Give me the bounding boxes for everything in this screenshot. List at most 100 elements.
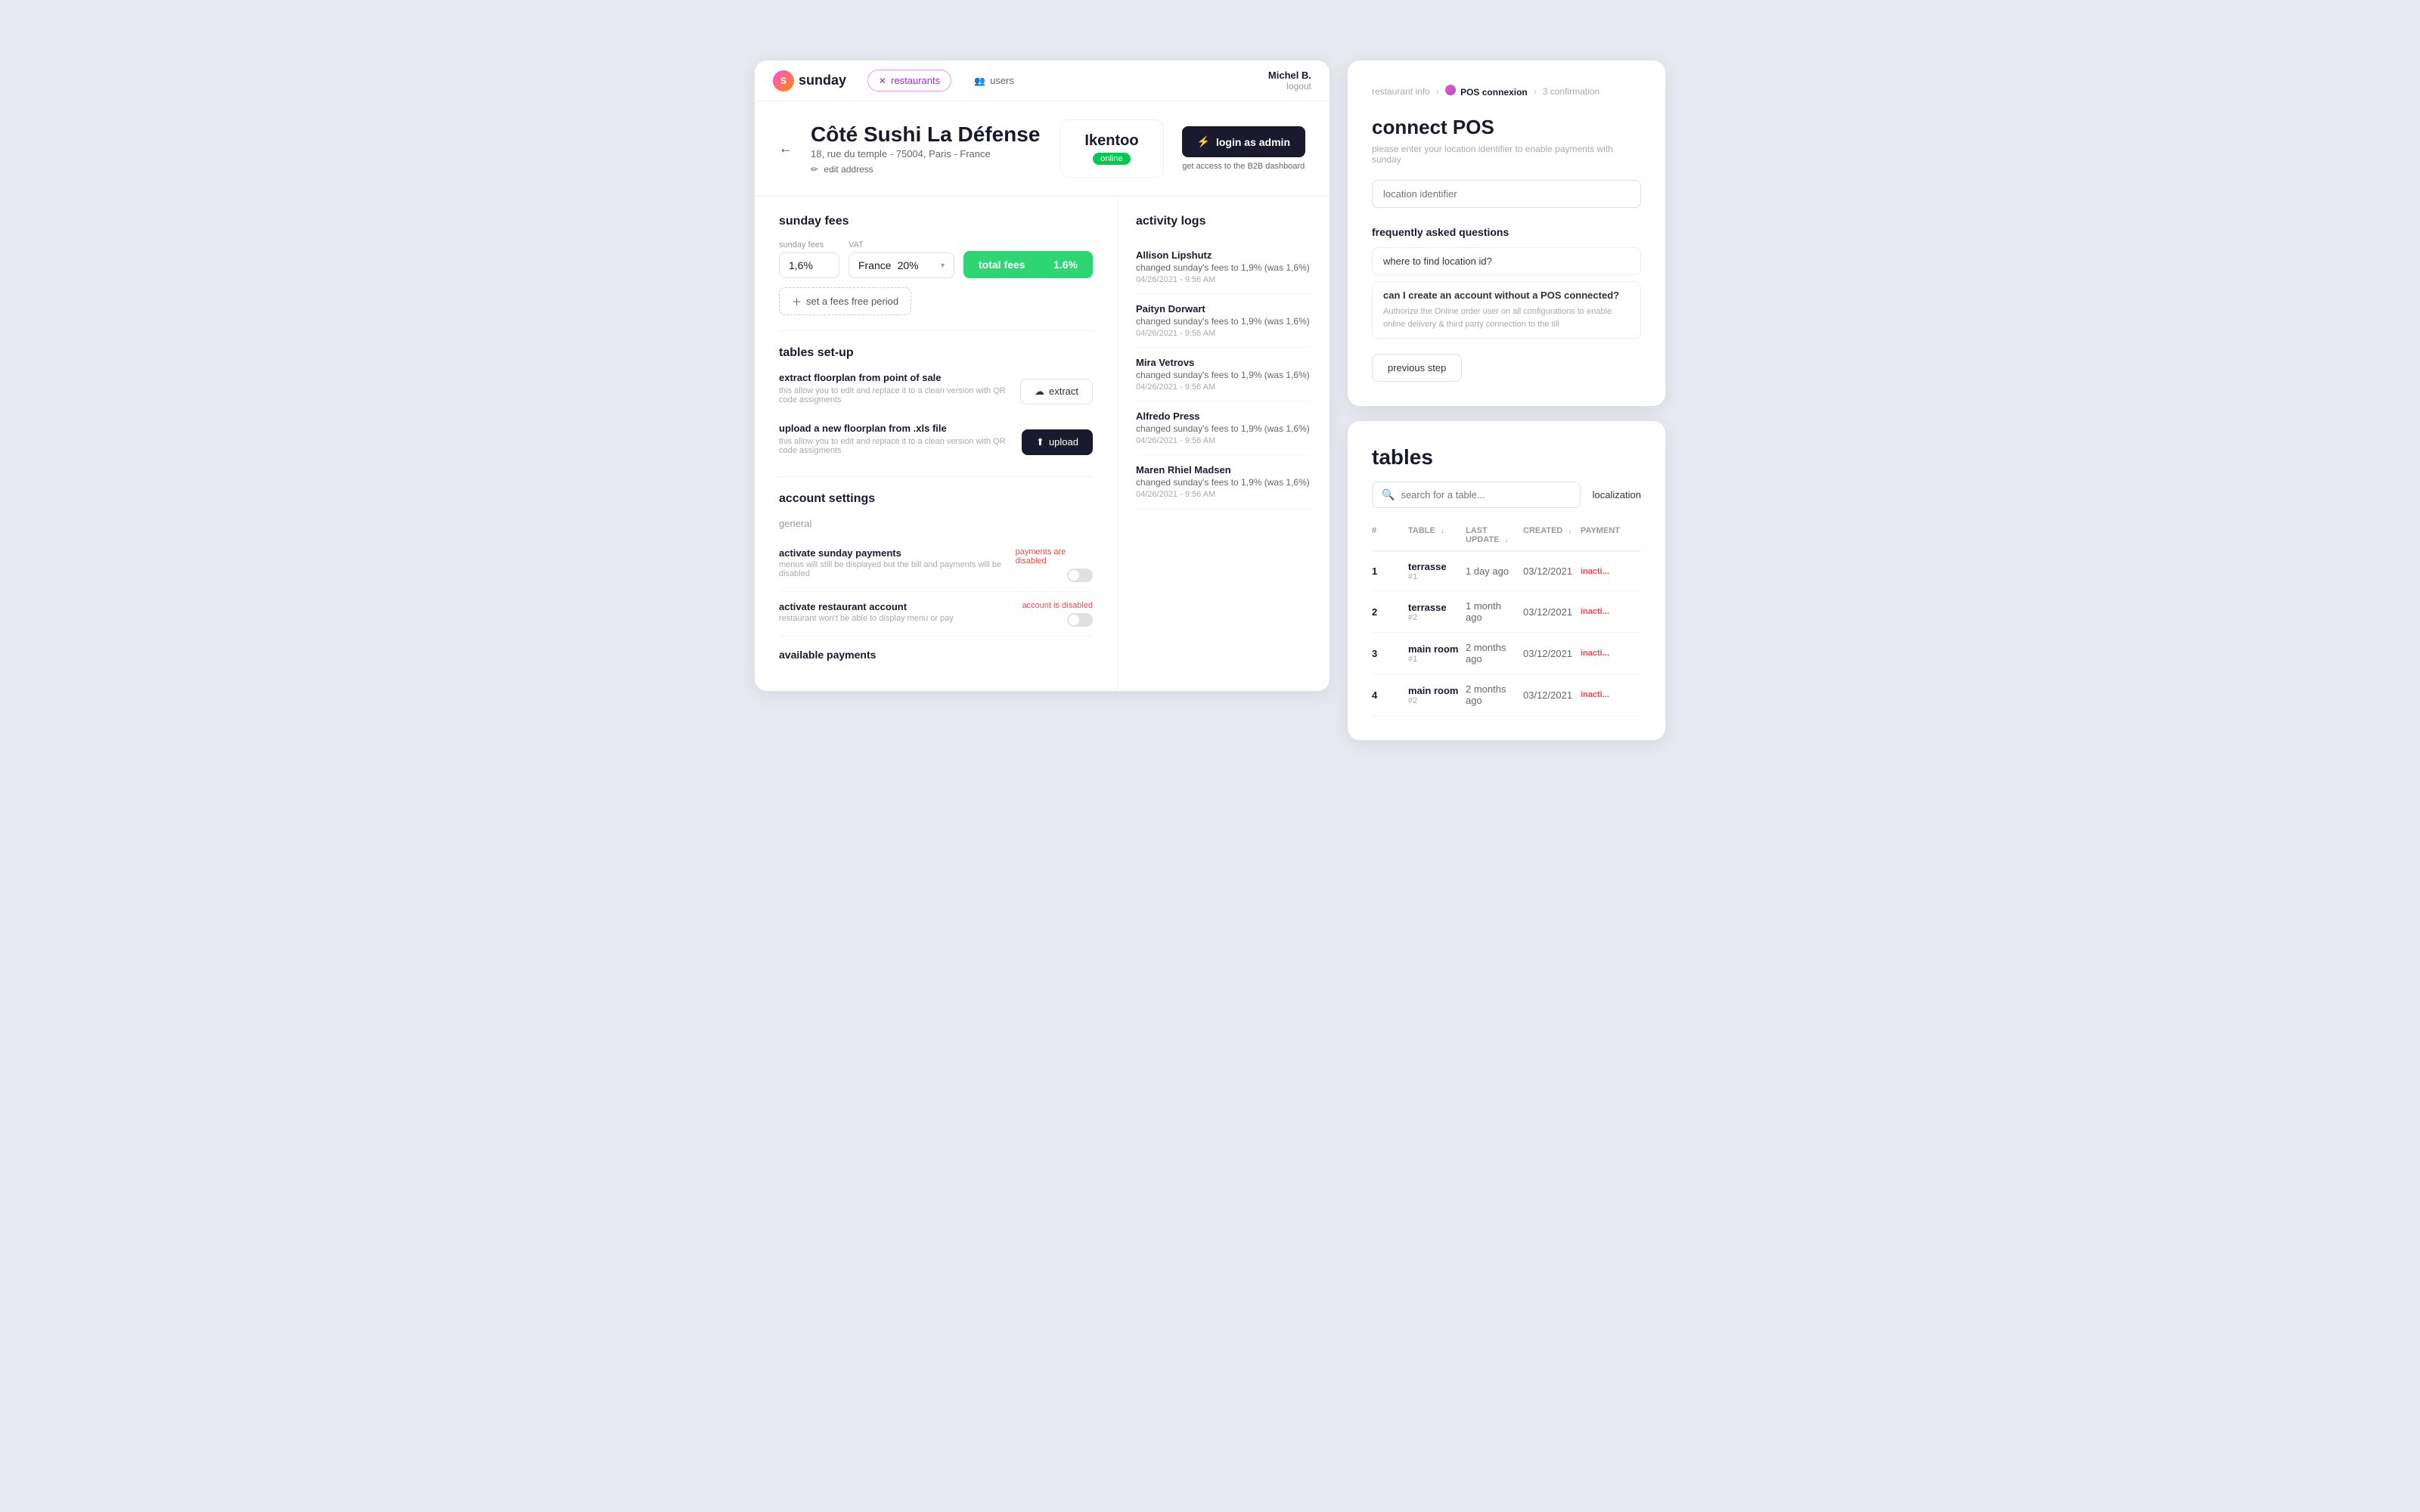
previous-step-button[interactable]: previous step (1372, 354, 1462, 382)
log-user-4: Maren Rhiel Madsen (1136, 464, 1311, 476)
log-action-3: changed sunday's fees to 1,9% (was 1,6%) (1136, 423, 1311, 434)
account-toggle-right: account is disabled (1022, 601, 1093, 627)
plus-icon: ＋ (792, 294, 802, 308)
total-fees-value: 1.6% (1053, 259, 1078, 271)
table-row-2[interactable]: 3 main room #1 2 months ago 03/12/2021 i… (1372, 633, 1641, 674)
tables-search: 🔍 (1372, 482, 1581, 508)
cloud-icon: ☁ (1035, 386, 1044, 398)
user-name: Michel B. (1268, 70, 1311, 81)
log-entry-2: Mira Vetrovs changed sunday's fees to 1,… (1136, 348, 1311, 401)
row-1-created: 03/12/2021 (1523, 606, 1575, 618)
activity-logs-section: activity logs Allison Lipshutz changed s… (1118, 197, 1329, 691)
row-1-update: 1 month ago (1466, 600, 1517, 623)
pos-status: online (1093, 153, 1130, 165)
log-user-0: Allison Lipshutz (1136, 249, 1311, 261)
row-3-name: main room #2 (1408, 685, 1460, 705)
tables-search-input[interactable] (1401, 489, 1570, 500)
login-admin-area: ⚡ login as admin get access to the B2B d… (1182, 126, 1305, 171)
payments-toggle-row: activate sunday payments menus will stil… (779, 538, 1093, 592)
fees-row: sunday fees VAT France 20% ▾ (779, 240, 1093, 278)
connect-pos-sub: please enter your location identifier to… (1372, 144, 1641, 165)
account-toggle[interactable] (1067, 613, 1093, 627)
account-toggle-row: activate restaurant account restaurant w… (779, 592, 1093, 637)
login-admin-button[interactable]: ⚡ login as admin (1182, 126, 1305, 157)
step-divider-1: › (1436, 86, 1439, 97)
table-row-1[interactable]: 2 terrasse #2 1 month ago 03/12/2021 ina… (1372, 591, 1641, 633)
available-payments-label: available payments (779, 649, 1093, 661)
row-3-update: 2 months ago (1466, 683, 1517, 706)
restaurant-name: Côté Sushi La Défense (811, 122, 1041, 147)
logo: S sunday (773, 70, 846, 91)
row-2-created: 03/12/2021 (1523, 648, 1575, 659)
row-2-num: 3 (1372, 648, 1402, 659)
restaurant-hero: ← Côté Sushi La Défense 18, rue du templ… (755, 101, 1329, 197)
row-0-name: terrasse #1 (1408, 561, 1460, 581)
log-time-1: 04/26/2021 - 9:56 AM (1136, 329, 1311, 338)
connect-pos-panel: restaurant info › POS connexion › 3 conf… (1348, 60, 1665, 406)
faq-item-0[interactable]: where to find location id? (1372, 247, 1641, 275)
tab-users[interactable]: 👥 users (963, 70, 1025, 91)
row-2-status: inacti... (1581, 649, 1641, 658)
activity-logs-list: Allison Lipshutz changed sunday's fees t… (1136, 240, 1311, 509)
payments-toggle[interactable] (1067, 569, 1093, 582)
account-sub: restaurant won't be able to display menu… (779, 614, 954, 623)
log-action-2: changed sunday's fees to 1,9% (was 1,6%) (1136, 370, 1311, 380)
table-header: # TABLE ↓ LAST UPDATE ↓ CREATED ↓ PAYMEN… (1372, 520, 1641, 552)
back-button[interactable]: ← (779, 141, 793, 156)
row-0-num: 1 (1372, 565, 1402, 577)
fees-input[interactable] (779, 253, 839, 278)
extract-sub: this allow you to edit and replace it to… (779, 386, 1020, 404)
faq-answer-1: Authorize the Online order user on all c… (1383, 305, 1630, 330)
logout-link[interactable]: logout (1268, 81, 1311, 91)
restaurant-address: 18, rue du temple - 75004, Paris - Franc… (811, 148, 1041, 160)
edit-address-link[interactable]: ✏ edit address (811, 164, 1041, 175)
tab-users-label: users (990, 75, 1014, 86)
faq-item-1[interactable]: can I create an account without a POS co… (1372, 281, 1641, 339)
tab-restaurants[interactable]: ✕ restaurants (867, 70, 951, 91)
extract-info: extract floorplan from point of sale thi… (779, 372, 1020, 411)
login-admin-label: login as admin (1216, 136, 1290, 148)
upload-label: upload a new floorplan from .xls file (779, 423, 1022, 434)
extract-button[interactable]: ☁ extract (1020, 379, 1093, 404)
step-1[interactable]: restaurant info (1372, 86, 1430, 97)
vat-country: France (858, 259, 892, 271)
connect-pos-title: connect POS (1372, 116, 1641, 139)
step-2: POS connexion (1445, 85, 1528, 98)
col-created: CREATED ↓ (1523, 526, 1575, 544)
row-3-created: 03/12/2021 (1523, 689, 1575, 701)
location-identifier-input[interactable] (1372, 180, 1641, 208)
log-action-4: changed sunday's fees to 1,9% (was 1,6%) (1136, 477, 1311, 488)
tables-setup-title: tables set-up (779, 346, 1093, 360)
vat-select-wrap: VAT France 20% ▾ (849, 240, 954, 278)
upload-icon: ⬆ (1036, 436, 1044, 448)
upload-row: upload a new floorplan from .xls file th… (779, 423, 1093, 461)
row-3-num: 4 (1372, 689, 1402, 701)
pos-icon (1445, 85, 1456, 95)
step-3[interactable]: 3 confirmation (1543, 86, 1599, 97)
login-icon: ⚡ (1197, 135, 1210, 148)
users-icon: 👥 (974, 76, 985, 86)
step-divider-2: › (1534, 86, 1537, 97)
log-time-3: 04/26/2021 - 9:56 AM (1136, 436, 1311, 445)
fees-free-button[interactable]: ＋ set a fees free period (779, 287, 911, 315)
faq-title: frequently asked questions (1372, 226, 1641, 238)
upload-button[interactable]: ⬆ upload (1022, 429, 1093, 455)
sunday-fees-title: sunday fees (779, 215, 1093, 228)
tables-panel: tables 🔍 localization # TABLE ↓ LAST UPD… (1348, 421, 1665, 740)
account-info: activate restaurant account restaurant w… (779, 601, 954, 623)
tables-setup-section: tables set-up extract floorplan from poi… (779, 346, 1093, 461)
col-payment: PAYMENT (1581, 526, 1641, 544)
account-settings-title: account settings (779, 492, 1093, 506)
pos-badge: Ikentoo online (1060, 119, 1163, 178)
log-user-2: Mira Vetrovs (1136, 357, 1311, 368)
restaurants-icon: ✕ (879, 76, 886, 86)
payments-label: activate sunday payments (779, 547, 1016, 559)
logo-icon: S (773, 70, 794, 91)
log-time-4: 04/26/2021 - 9:56 AM (1136, 490, 1311, 499)
log-user-1: Paityn Dorwart (1136, 303, 1311, 314)
vat-select[interactable]: France 20% ▾ (849, 253, 954, 278)
row-0-status: inacti... (1581, 567, 1641, 576)
table-row-3[interactable]: 4 main room #2 2 months ago 03/12/2021 i… (1372, 674, 1641, 716)
table-row-0[interactable]: 1 terrasse #1 1 day ago 03/12/2021 inact… (1372, 552, 1641, 591)
step-nav: restaurant info › POS connexion › 3 conf… (1372, 85, 1641, 98)
